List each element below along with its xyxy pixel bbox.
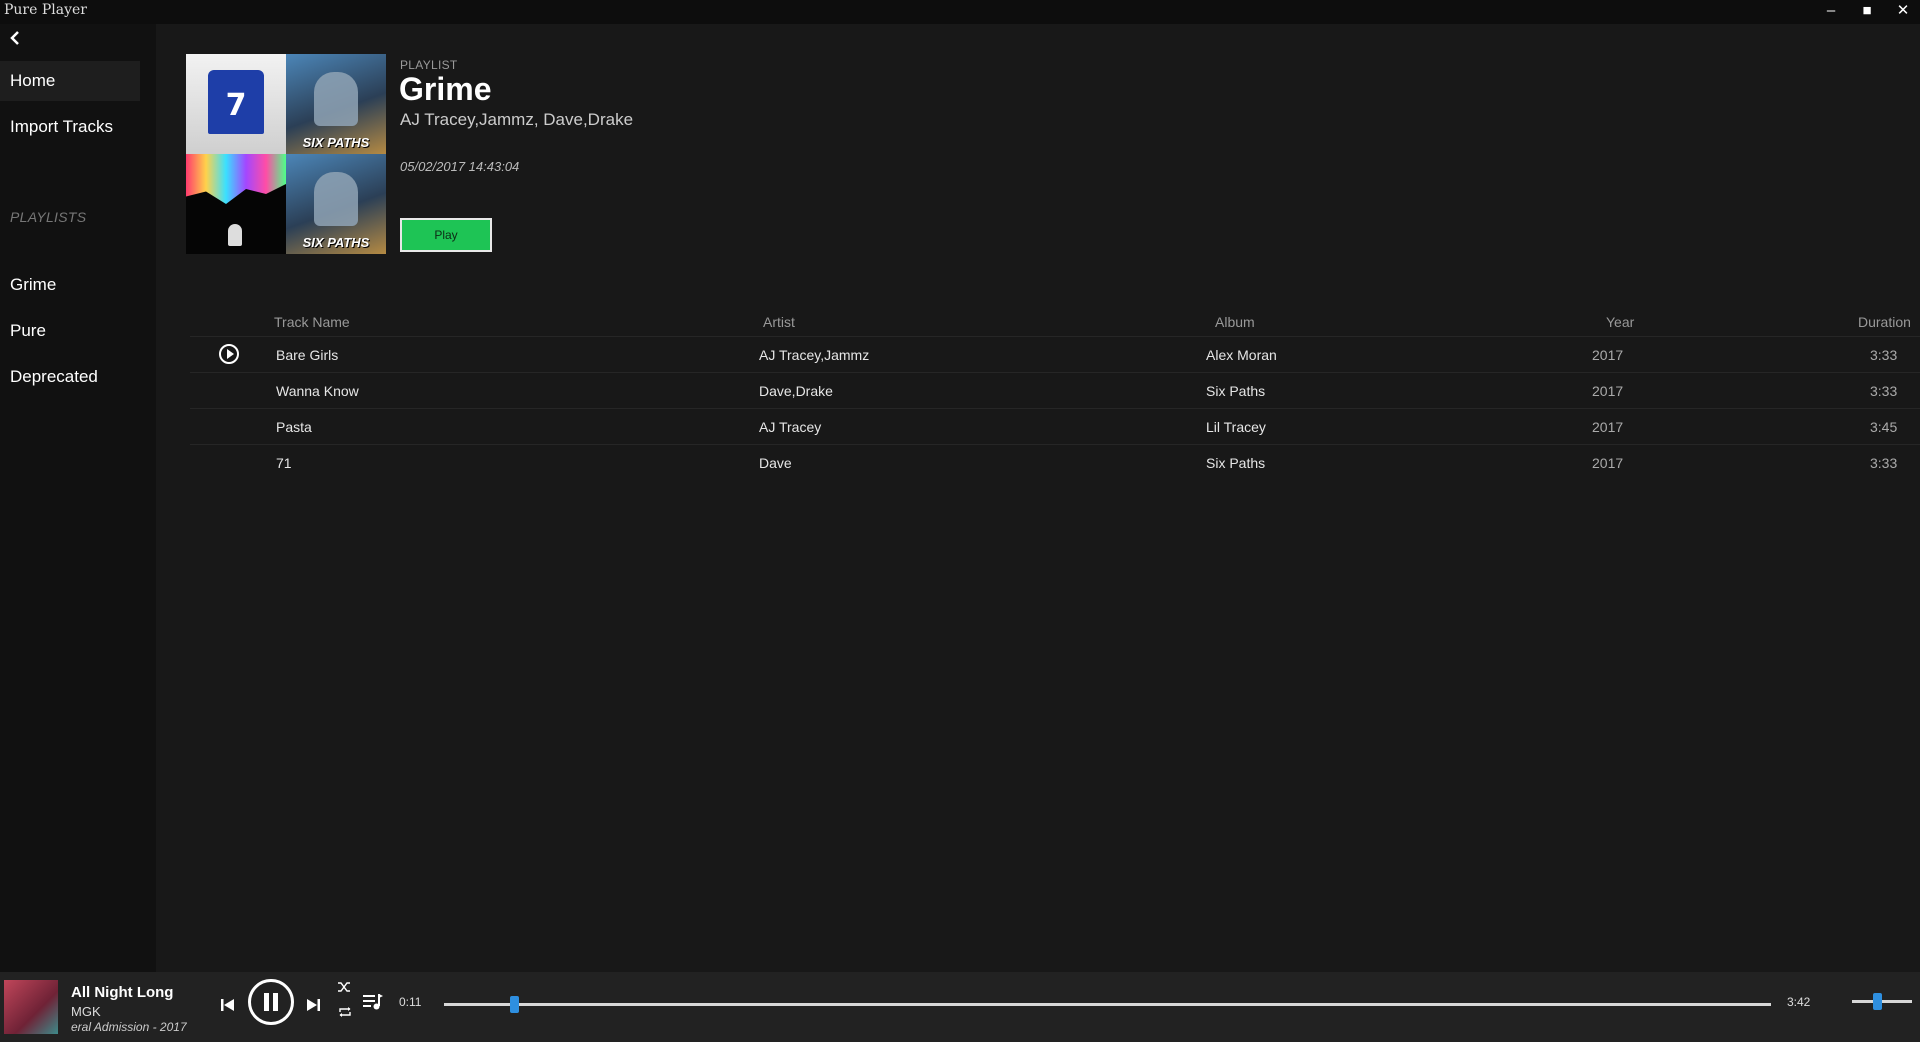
sidebar-playlist-grime[interactable]: Grime [0,265,140,305]
track-duration: 3:33 [1870,347,1898,363]
track-name: 71 [276,455,292,471]
table-row[interactable]: Pasta AJ Tracey Lil Tracey 2017 3:45 [190,408,1920,444]
shuffle-icon [338,982,350,992]
track-album: Six Paths [1206,455,1266,471]
play-button[interactable]: Play [400,218,492,252]
playlist-cover-mosaic: 7 SIX PATHS SIX PATHS [186,54,386,254]
title-bar: Pure Player – ■ ✕ [0,0,1920,24]
maximize-button[interactable]: ■ [1849,0,1885,24]
table-row[interactable]: Wanna Know Dave,Drake Six Paths 2017 3:3… [190,372,1920,408]
sidebar: Home Import Tracks PLAYLISTS Grime Pure … [0,24,156,972]
track-year: 2017 [1592,347,1624,363]
column-header-track-name[interactable]: Track Name [274,314,350,330]
skip-next-icon [307,999,320,1011]
playlist-title: Grime [399,71,492,107]
sidebar-item-import-tracks[interactable]: Import Tracks [0,107,140,147]
cover-figure [314,172,358,226]
track-name: Wanna Know [276,383,359,399]
column-header-duration[interactable]: Duration [1858,314,1911,330]
paint-splash [186,154,286,204]
repeat-icon [339,1007,351,1017]
playlists-heading: PLAYLISTS [10,209,87,225]
playlist-artists: AJ Tracey,Jammz, Dave,Drake [400,110,634,129]
repeat-button[interactable] [338,1006,352,1021]
total-time: 3:42 [1787,995,1811,1009]
current-time: 0:11 [399,995,422,1009]
jersey-number: 7 [225,88,247,123]
track-year: 2017 [1592,455,1624,471]
playlist-date: 05/02/2017 14:43:04 [400,159,520,174]
track-artist: Dave [759,455,792,471]
sidebar-playlist-pure[interactable]: Pure [0,311,140,351]
cover-art-six-paths: SIX PATHS [286,154,386,254]
track-artist: AJ Tracey [759,419,822,435]
volume-slider[interactable] [1852,993,1912,1010]
track-artist: Dave,Drake [759,383,833,399]
playlist-kind-label: PLAYLIST [400,58,458,72]
cover-figure [314,72,358,126]
track-year: 2017 [1592,419,1624,435]
back-button[interactable] [8,30,28,50]
cover-text: SIX PATHS [302,235,370,250]
now-playing-title: All Night Long [71,984,174,1001]
track-name: Pasta [276,419,312,435]
app-title: Pure Player [4,2,87,18]
cover-art-six-paths: SIX PATHS [286,54,386,154]
minimize-button[interactable]: – [1813,0,1849,24]
jersey-graphic: 7 [208,70,264,134]
seek-thumb[interactable] [510,996,520,1013]
play-circle-icon[interactable] [219,344,239,364]
chevron-left-icon [10,31,19,45]
volume-thumb[interactable] [1873,993,1883,1010]
track-duration: 3:45 [1870,419,1898,435]
track-duration: 3:33 [1870,455,1898,471]
cover-text: SIX PATHS [302,135,370,150]
track-name: Bare Girls [276,347,339,363]
now-playing-album-art[interactable] [4,980,58,1034]
column-header-album[interactable]: Album [1215,314,1255,330]
main-content: 7 SIX PATHS SIX PATHS PLAYLIST Grime AJ … [156,24,1920,972]
cover-art-paint [186,154,286,254]
track-album: Alex Moran [1206,347,1277,363]
table-row[interactable]: 71 Dave Six Paths 2017 3:33 [190,444,1920,480]
sidebar-item-home[interactable]: Home [0,61,140,101]
queue-button[interactable] [362,992,384,1012]
player-bar: All Night Long MGK eral Admission - 2017 [0,972,1920,1042]
shuffle-button[interactable] [337,981,351,996]
column-header-artist[interactable]: Artist [763,314,795,330]
next-button[interactable] [304,996,322,1014]
sidebar-playlist-deprecated[interactable]: Deprecated [0,357,140,397]
track-artist: AJ Tracey,Jammz [759,347,870,363]
close-button[interactable]: ✕ [1885,0,1920,24]
pause-button[interactable] [248,979,294,1025]
column-header-year[interactable]: Year [1606,314,1634,330]
track-duration: 3:33 [1870,383,1898,399]
table-row[interactable]: Bare Girls AJ Tracey,Jammz Alex Moran 20… [190,336,1920,372]
now-playing-album: eral Admission - 2017 [71,1020,187,1034]
skip-previous-icon [221,999,234,1011]
cover-figure [228,224,242,246]
track-album: Six Paths [1206,383,1266,399]
cover-art-jersey: 7 [186,54,286,154]
track-year: 2017 [1592,383,1624,399]
queue-icon [363,994,383,1010]
now-playing-artist: MGK [71,1004,101,1019]
seek-bar[interactable] [444,996,1771,1013]
previous-button[interactable] [219,996,237,1014]
track-album: Lil Tracey [1206,419,1266,435]
